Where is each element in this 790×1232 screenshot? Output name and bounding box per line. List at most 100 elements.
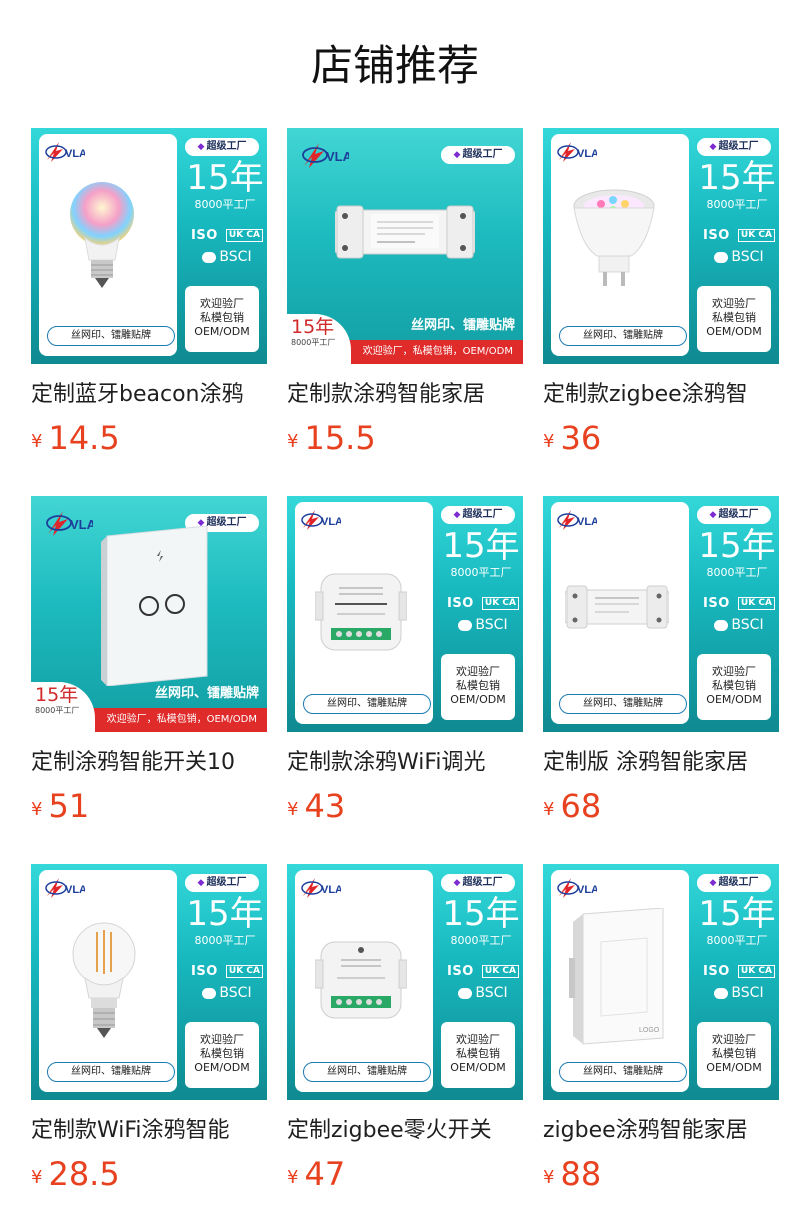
diamond-icon: ◆ — [197, 878, 205, 888]
years-label: 15年 — [186, 894, 264, 934]
certifications: ISO UK CA BSCI — [699, 960, 779, 1004]
bsci-icon — [458, 987, 473, 999]
product-name[interactable]: 定制版 涂鸦智能家居 — [543, 748, 779, 778]
product-name[interactable]: 定制涂鸦智能开关10 — [31, 748, 267, 778]
ukca-icon: UK CA — [225, 964, 263, 978]
product-name[interactable]: zigbee涂鸦智能家居 — [543, 1116, 779, 1146]
switch-module-icon — [315, 941, 407, 1019]
wall-touch-switch-icon — [101, 526, 208, 686]
print-service-label: 丝网印、镭雕贴牌 — [47, 1062, 175, 1082]
product-name[interactable]: 定制款涂鸦智能家居 — [287, 380, 523, 410]
product-name[interactable]: 定制款zigbee涂鸦智 — [543, 380, 779, 410]
print-service-label: 丝网印、镭雕贴牌 — [410, 318, 515, 333]
print-service-label: 丝网印、镭雕贴牌 — [559, 326, 687, 346]
product-name[interactable]: 定制zigbee零火开关 — [287, 1116, 523, 1146]
dimmer-module-icon — [315, 573, 407, 651]
area-label: 8000平工厂 — [706, 198, 768, 211]
diamond-icon: ◆ — [709, 510, 717, 520]
ukca-icon: UK CA — [481, 596, 519, 610]
print-service-label: 丝网印、镭雕贴牌 — [154, 686, 259, 701]
certifications: ISO UK CA BSCI — [443, 592, 523, 636]
product-price: ¥15.5 — [287, 419, 376, 457]
product-price: ¥88 — [543, 1155, 602, 1193]
oem-box: 欢迎验厂 私模包销 OEM/ODM — [697, 286, 771, 352]
iso-icon: ISO — [703, 595, 730, 611]
years-label: 15年 — [698, 526, 776, 566]
area-label: 8000平工厂 — [450, 934, 512, 947]
factory-badge: ◆ 超级工厂 — [441, 506, 515, 524]
svg-text:VLA: VLA — [70, 517, 93, 532]
wall-panel-switch-icon: LOGO — [569, 908, 664, 1045]
diamond-icon: ◆ — [709, 142, 717, 152]
area-label: 8000平工厂 — [706, 934, 768, 947]
garage-controller-icon — [565, 585, 669, 629]
brand-logo-icon: VLA — [301, 510, 341, 530]
product-price: ¥51 — [31, 787, 90, 825]
iso-icon: ISO — [191, 227, 218, 243]
product-price: ¥68 — [543, 787, 602, 825]
certifications: ISO UK CA BSCI — [443, 960, 523, 1004]
bsci-icon — [714, 619, 729, 631]
years-label: 15年 8000平工厂 — [287, 314, 351, 364]
iso-icon: ISO — [447, 963, 474, 979]
svg-text:VLA: VLA — [65, 884, 85, 896]
iso-icon: ISO — [703, 227, 730, 243]
oem-box: 欢迎验厂 私模包销 OEM/ODM — [441, 654, 515, 720]
diamond-icon: ◆ — [709, 878, 717, 888]
diamond-icon: ◆ — [453, 878, 461, 888]
factory-badge: ◆ 超级工厂 — [441, 874, 515, 892]
print-service-label: 丝网印、镭雕贴牌 — [559, 694, 687, 714]
certifications: ISO UK CA BSCI — [187, 224, 267, 268]
print-service-label: 丝网印、镭雕贴牌 — [559, 1062, 687, 1082]
product-name[interactable]: 定制蓝牙beacon涂鸦 — [31, 380, 267, 410]
years-label: 15年 8000平工厂 — [31, 682, 95, 732]
brand-logo-icon: VLA — [557, 510, 597, 530]
print-service-label: 丝网印、镭雕贴牌 — [47, 326, 175, 346]
brand-logo-icon: VLA — [557, 878, 597, 898]
iso-icon: ISO — [447, 595, 474, 611]
gu10-spotlight-icon — [573, 189, 655, 286]
svg-text:VLA: VLA — [321, 884, 341, 896]
svg-text:VLA: VLA — [326, 149, 349, 164]
product-image[interactable]: VLA 丝网印、镭雕贴牌 ◆ 超级工厂 15年 8000平工厂 ISO UK CA … — [543, 496, 779, 732]
brand-logo-icon: VLA — [301, 878, 341, 898]
brand-logo-icon: VLA — [302, 143, 349, 168]
product-name[interactable]: 定制款WiFi涂鸦智能 — [31, 1116, 267, 1146]
years-label: 15年 — [442, 526, 520, 566]
bsci-icon — [714, 251, 729, 263]
diamond-icon: ◆ — [453, 150, 461, 160]
print-service-label: 丝网印、镭雕贴牌 — [303, 1062, 431, 1082]
certifications: ISO UK CA BSCI — [699, 592, 779, 636]
filament-bulb-icon — [72, 922, 136, 1038]
ukca-icon: UK CA — [737, 596, 775, 610]
product-image[interactable]: VLA 丝网印、镭雕贴牌 ◆ 超级工厂 15年 8000平工厂 ISO UK CA … — [287, 496, 523, 732]
svg-text:LOGO: LOGO — [639, 1027, 660, 1034]
product-image[interactable]: VLA ◆ 超级工厂 丝网印、镭雕贴牌 欢迎验厂，私模包销，OEM/ODM 15年… — [287, 128, 523, 364]
ukca-icon: UK CA — [737, 228, 775, 242]
factory-badge: ◆ 超级工厂 — [185, 138, 259, 156]
product-image[interactable]: VLA 丝网印、镭雕贴牌 ◆ 超级工厂 15年 8000平工厂 ISO UK CA … — [287, 864, 523, 1100]
product-image[interactable]: VLA ◆ 超级工厂 丝网印、镭雕贴牌 欢迎验厂，私模包销，OEM/ODM 15年… — [31, 496, 267, 732]
product-price: ¥36 — [543, 419, 602, 457]
ukca-icon: UK CA — [225, 228, 263, 242]
svg-text:VLA: VLA — [577, 884, 597, 896]
years-label: 15年 — [186, 158, 264, 198]
bsci-icon — [714, 987, 729, 999]
ukca-icon: UK CA — [481, 964, 519, 978]
oem-box: 欢迎验厂 私模包销 OEM/ODM — [441, 1022, 515, 1088]
product-image[interactable]: VLA LOGO 丝网印、镭雕贴牌 ◆ 超级工厂 15年 8000平工厂 ISO U… — [543, 864, 779, 1100]
product-image[interactable]: VLA 丝网印、镭雕贴牌 ◆ 超级工厂 15年 8000平工厂 ISO UK CA … — [31, 864, 267, 1100]
brand-logo-icon: VLA — [46, 511, 93, 536]
svg-text:VLA: VLA — [577, 516, 597, 528]
area-label: 8000平工厂 — [706, 566, 768, 579]
product-name[interactable]: 定制款涂鸦WiFi调光 — [287, 748, 523, 778]
page-title: 店铺推荐 — [310, 41, 479, 90]
print-service-label: 丝网印、镭雕贴牌 — [303, 694, 431, 714]
area-label: 8000平工厂 — [194, 934, 256, 947]
years-label: 15年 — [698, 158, 776, 198]
certifications: ISO UK CA BSCI — [699, 224, 779, 268]
product-image[interactable]: VLA 丝网印、镭雕贴牌 ◆ 超级工厂 15年 8000平工厂 ISO UK CA … — [31, 128, 267, 364]
product-price: ¥14.5 — [31, 419, 120, 457]
factory-badge: ◆ 超级工厂 — [697, 138, 771, 156]
product-image[interactable]: VLA 丝网印、镭雕贴牌 ◆ 超级工厂 15年 8000平工厂 ISO UK CA … — [543, 128, 779, 364]
